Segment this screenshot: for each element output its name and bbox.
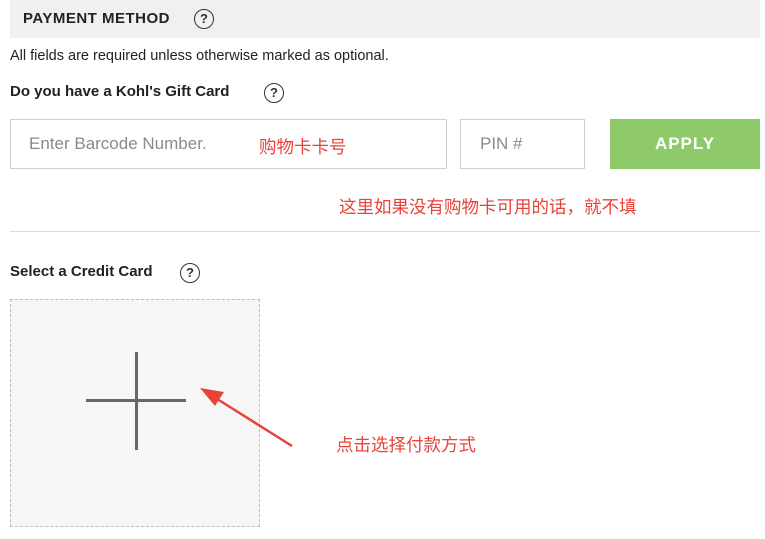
apply-button[interactable]: APPLY bbox=[610, 119, 760, 169]
payment-method-title: PAYMENT METHOD bbox=[23, 10, 171, 27]
annotation-choose-payment: 点击选择付款方式 bbox=[336, 436, 476, 456]
pin-input[interactable] bbox=[460, 119, 585, 169]
credit-card-heading: Select a Credit Card bbox=[10, 263, 153, 280]
barcode-input[interactable] bbox=[10, 119, 447, 169]
add-credit-card-tile[interactable] bbox=[10, 299, 260, 527]
required-fields-note: All fields are required unless otherwise… bbox=[10, 48, 389, 64]
credit-card-help-icon[interactable]: ? bbox=[180, 263, 200, 283]
gift-card-help-icon[interactable]: ? bbox=[264, 83, 284, 103]
section-divider bbox=[10, 231, 760, 232]
annotation-gift-card-number: 购物卡卡号 bbox=[259, 138, 347, 158]
payment-method-header: PAYMENT METHOD ? bbox=[10, 0, 760, 38]
gift-card-question: Do you have a Kohl's Gift Card bbox=[10, 83, 230, 100]
annotation-skip-if-none: 这里如果没有购物卡可用的话，就不填 bbox=[339, 198, 637, 218]
payment-method-help-icon[interactable]: ? bbox=[194, 9, 214, 29]
